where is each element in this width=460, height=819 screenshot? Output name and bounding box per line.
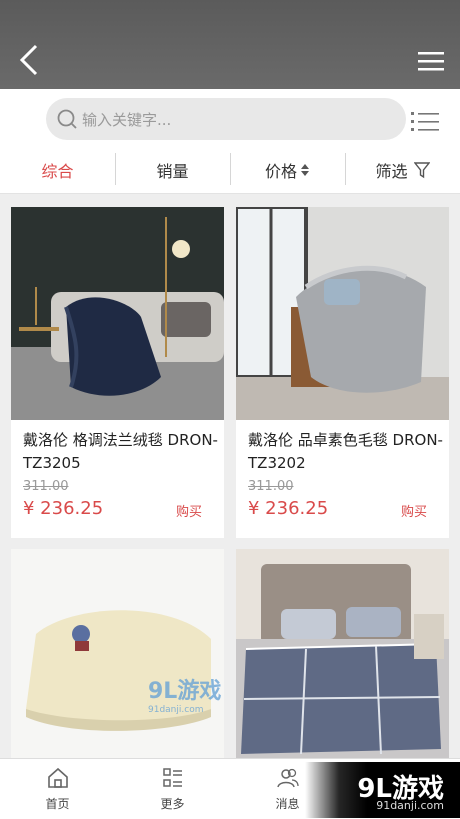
original-price: 311.00 (248, 479, 294, 494)
sort-tabs: 综合 销量 价格 筛选 (0, 147, 460, 194)
list-view-icon[interactable] (410, 110, 440, 134)
tab-comprehensive[interactable]: 综合 (0, 147, 115, 193)
product-card[interactable] (236, 549, 449, 758)
product-card[interactable]: 戴洛伦 格调法兰绒毯 DRON-TZ3205 311.00 ¥ 236.25 购… (11, 207, 224, 538)
search-placeholder: 输入关键字... (82, 111, 172, 129)
app-header (0, 0, 460, 89)
sale-price: ¥ 236.25 (23, 498, 104, 519)
product-image-pillow (11, 549, 224, 758)
search-input[interactable]: 输入关键字... (46, 98, 406, 140)
users-icon (277, 768, 299, 788)
filter-icon (413, 162, 430, 179)
original-price: 311.00 (23, 479, 69, 494)
buy-button[interactable]: 购买 (176, 501, 202, 520)
product-card[interactable] (11, 549, 224, 758)
sort-arrows-icon (301, 164, 309, 176)
product-image-blanket-navy (11, 207, 224, 420)
home-icon (48, 767, 68, 788)
nav-home[interactable]: 首页 (0, 759, 115, 819)
tab-sales[interactable]: 销量 (115, 147, 230, 193)
product-image-bedding (236, 549, 449, 758)
watermark-corner: 9L游戏 91danji.com (305, 762, 460, 818)
tab-price[interactable]: 价格 (230, 147, 345, 193)
more-grid-icon (163, 768, 182, 787)
nav-more[interactable]: 更多 (115, 759, 230, 819)
product-card[interactable]: 戴洛伦 品卓素色毛毯 DRON-TZ3202 311.00 ¥ 236.25 购… (236, 207, 449, 538)
product-image-blanket-grey (236, 207, 449, 420)
buy-button[interactable]: 购买 (401, 501, 427, 520)
hamburger-menu-icon[interactable] (416, 50, 446, 72)
search-icon (57, 109, 77, 129)
product-title: 戴洛伦 格调法兰绒毯 DRON-TZ3205 (23, 431, 218, 472)
sale-price: ¥ 236.25 (248, 498, 329, 519)
back-chevron-icon[interactable] (14, 42, 46, 78)
tab-filter[interactable]: 筛选 (345, 147, 460, 193)
watermark-center: 9L游戏 91danji.com (148, 679, 222, 715)
product-title: 戴洛伦 品卓素色毛毯 DRON-TZ3202 (248, 431, 443, 472)
